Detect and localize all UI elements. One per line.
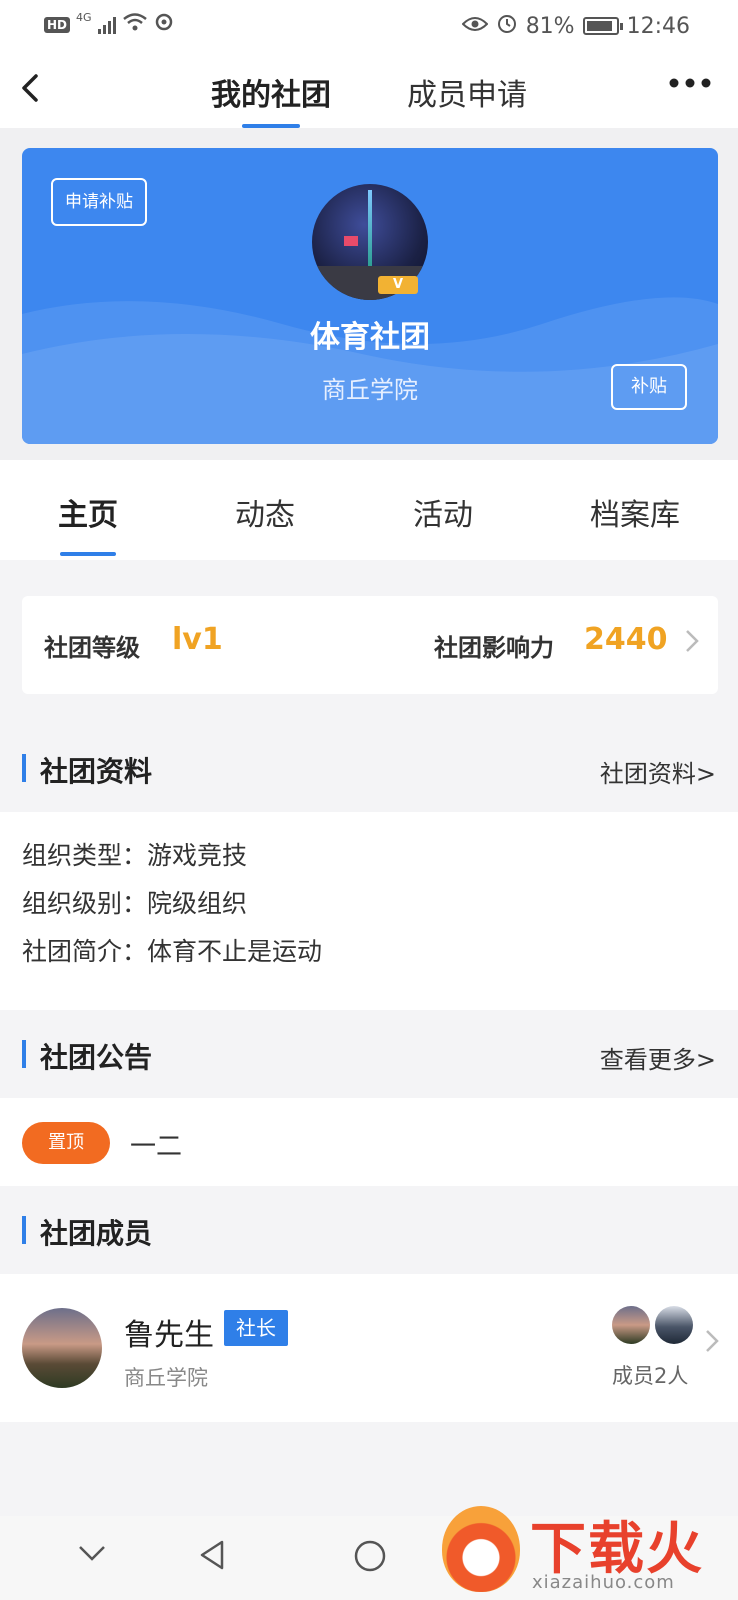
battery-percent: 81% [525,13,575,39]
tab-feed[interactable]: 动态 [235,490,295,534]
club-intro: 社团简介：体育不止是运动 [22,937,323,966]
level-value: lv1 [172,622,223,657]
more-dots-icon[interactable] [668,68,712,106]
tab-home[interactable]: 主页 [58,490,118,534]
member-row[interactable]: 鲁先生 社长 商丘学院 成员2人 [0,1274,738,1422]
status-bar: HD 4G 81% 12:46 [0,0,738,52]
section-accent-bar [22,754,26,782]
role-badge: 社长 [224,1310,288,1346]
content-tabs: 主页 动态 活动 档案库 [0,460,738,560]
pinned-badge: 置顶 [22,1122,110,1164]
tab-archive[interactable]: 档案库 [590,490,680,534]
notice-section-title: 社团公告 [40,1041,153,1074]
section-accent-bar [22,1216,26,1244]
profile-section-header: 社团资料 社团资料> [0,724,738,812]
network-type: 4G [76,10,92,24]
clock: 12:46 [626,13,690,39]
influence-label: 社团影响力 [434,634,554,662]
subsidy-button[interactable]: 补贴 [611,364,687,410]
club-banner: 申请补贴 V 体育社团 商丘学院 补贴 [22,148,718,444]
section-accent-bar [22,1040,26,1068]
avatar [22,1308,102,1388]
level-label: 社团等级 [44,634,140,662]
club-level-card[interactable]: 社团等级 lv1 社团影响力 2440 [22,596,718,694]
profile-details-link[interactable]: 社团资料> [600,754,716,789]
tab-active-indicator [60,552,116,556]
top-nav: 我的社团 成员申请 [0,52,738,128]
tab-my-clubs[interactable]: 我的社团 [211,70,331,114]
chevron-right-icon[interactable] [684,626,700,663]
profile-info: 组织类型：游戏竞技 组织级别：院级组织 社团简介：体育不止是运动 [0,812,738,1010]
member-count: 成员2人 [612,1364,689,1388]
notice-item[interactable]: 置顶 一二 [0,1098,738,1186]
club-banner-section: 申请补贴 V 体育社团 商丘学院 补贴 [0,128,738,460]
member-section-title: 社团成员 [40,1217,153,1250]
chevron-right-icon[interactable] [704,1326,720,1363]
apply-subsidy-button[interactable]: 申请补贴 [51,178,147,226]
home-circle-icon[interactable] [352,1538,388,1582]
org-type: 组织类型：游戏竞技 [22,841,248,870]
member-name: 鲁先生 [124,1318,214,1353]
wifi-icon [122,12,148,38]
vip-badge: V [378,276,418,294]
member-school: 商丘学院 [124,1366,208,1390]
flame-logo-icon [442,1506,520,1592]
sync-icon [154,12,174,38]
member-mini-avatar [612,1306,650,1344]
hd-indicator: HD [44,17,71,33]
view-more-link[interactable]: 查看更多> [600,1040,716,1075]
notice-section-header: 社团公告 查看更多> [0,1010,738,1098]
eye-icon [461,14,489,39]
member-section-header: 社团成员 [0,1186,738,1274]
notice-text: 一二 [130,1132,183,1162]
chevron-down-icon[interactable] [76,1538,108,1576]
tab-activities[interactable]: 活动 [413,490,473,534]
member-mini-avatar [655,1306,693,1344]
influence-value: 2440 [584,622,668,657]
profile-section-title: 社团资料 [40,755,153,788]
signal-icon [97,16,116,34]
club-name: 体育社团 [310,320,430,355]
alarm-icon [496,12,518,40]
tab-member-applications[interactable]: 成员申请 [407,70,527,114]
org-level: 组织级别：院级组织 [22,889,248,918]
watermark-logo: 下载火 xiazaihuo.com [438,1500,738,1600]
watermark-url: xiazaihuo.com [532,1572,675,1593]
chevron-left-icon[interactable] [16,68,56,108]
back-triangle-icon[interactable] [196,1538,228,1580]
battery-icon [582,17,623,35]
